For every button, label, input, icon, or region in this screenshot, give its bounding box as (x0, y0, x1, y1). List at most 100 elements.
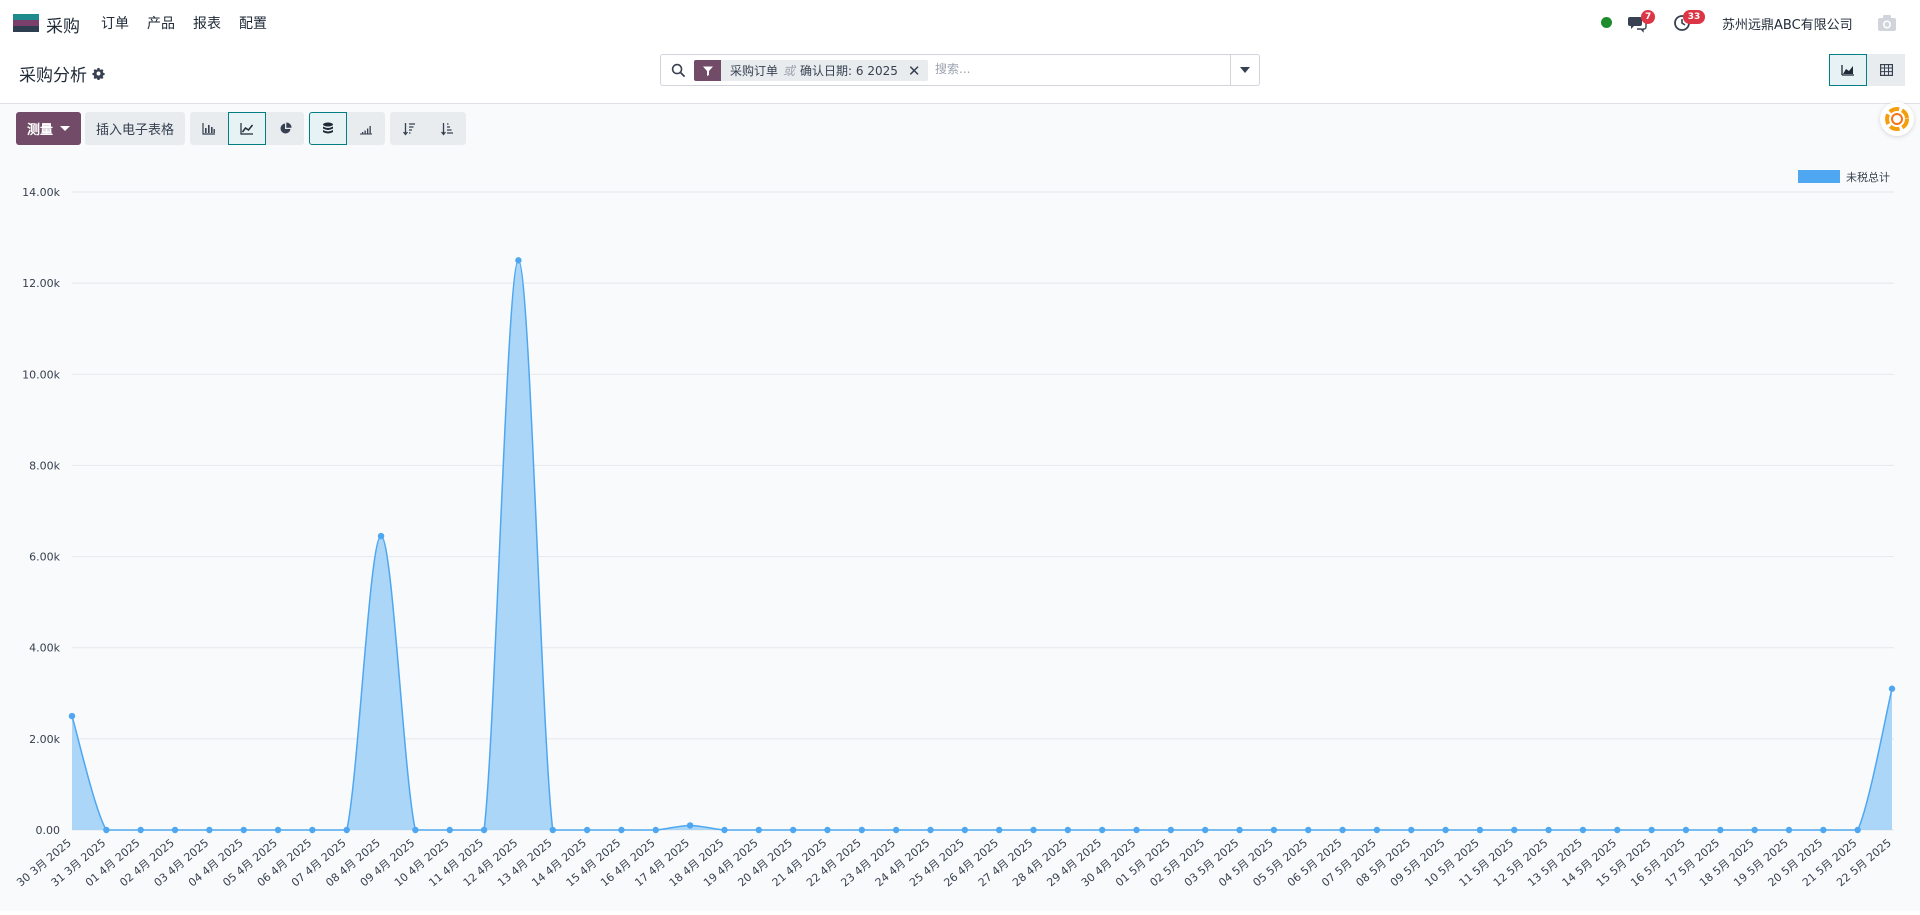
chart-options-group (309, 112, 386, 145)
y-tick-label: 14.00k (22, 186, 60, 199)
data-point (171, 826, 179, 834)
data-point (103, 826, 110, 834)
search-input[interactable] (935, 62, 1235, 76)
data-point (446, 826, 453, 834)
chart-type-group (190, 112, 305, 145)
breadcrumb: 采购分析 (19, 61, 105, 86)
data-point (1270, 826, 1278, 834)
y-tick-label: 10.00k (22, 368, 60, 381)
main-menu: 订单 产品 报表 配置 (101, 13, 276, 33)
cumulative-icon (360, 125, 373, 134)
assistant-logo-icon[interactable] (1880, 102, 1914, 136)
data-point (206, 826, 213, 834)
area-chart: 0.00 2.00k 4.00k 6.00k 8.00k 10.00k 12.00k 14.0… (14, 170, 1896, 889)
data-point (377, 532, 385, 540)
menu-item-products[interactable]: 产品 (138, 13, 184, 33)
search-bar: 采购订单 或 确认日期: 6 2025 ✕ (660, 54, 1260, 86)
sort-ascending-button[interactable] (428, 112, 467, 145)
remove-facet-icon[interactable]: ✕ (904, 62, 929, 80)
filter-icon (694, 60, 721, 81)
data-point (68, 712, 76, 720)
data-point (1785, 826, 1793, 834)
data-point (1888, 685, 1896, 692)
menu-item-configuration[interactable]: 配置 (230, 13, 276, 33)
pivot-view-button[interactable] (1867, 54, 1905, 86)
graph-toolbar: 测量 插入电子表格 (16, 112, 467, 145)
data-point (1820, 826, 1827, 834)
data-point (480, 826, 488, 834)
data-point (618, 826, 625, 834)
activities-badge: 33 (1683, 10, 1705, 24)
control-panel: 采购分析 采购订单 或 确认日期: 6 2025 ✕ (0, 46, 1920, 104)
data-point (240, 826, 247, 834)
data-point (1167, 826, 1175, 834)
company-switcher[interactable]: 苏州远鼎ABC有限公司 (1722, 14, 1853, 33)
data-point (995, 826, 1003, 834)
data-point (1717, 826, 1724, 834)
page-title: 采购分析 (19, 66, 87, 86)
pie-chart-icon (280, 122, 292, 134)
y-tick-label: 12.00k (22, 277, 60, 290)
cumulative-button[interactable] (347, 112, 386, 145)
app-name[interactable]: 采购 (46, 12, 80, 37)
y-tick-label: 4.00k (29, 642, 60, 655)
y-tick-label: 0.00 (36, 824, 61, 837)
series-area-fill (72, 260, 1892, 830)
sort-descending-button[interactable] (390, 112, 429, 145)
data-point (824, 826, 831, 834)
data-point (961, 826, 969, 834)
data-point (137, 826, 144, 834)
data-point (549, 826, 556, 834)
bar-chart-icon (202, 122, 216, 135)
search-icon[interactable] (671, 63, 686, 78)
stacked-button[interactable] (309, 112, 348, 145)
presence-status-icon (1601, 17, 1612, 28)
data-point (1202, 826, 1209, 834)
data-point (1648, 826, 1655, 834)
data-point (1408, 826, 1415, 834)
data-point (343, 826, 350, 834)
data-point (1373, 826, 1381, 834)
data-point (309, 826, 316, 834)
data-point (1236, 826, 1243, 834)
menu-item-orders[interactable]: 订单 (101, 13, 138, 33)
y-tick-label: 2.00k (29, 733, 60, 746)
y-tick-label: 6.00k (29, 551, 60, 564)
line-chart-icon (240, 122, 254, 135)
menu-item-reports[interactable]: 报表 (184, 13, 230, 33)
sort-descending-icon (403, 122, 416, 136)
pie-chart-button[interactable] (266, 112, 305, 145)
view-switcher (1829, 54, 1905, 86)
data-point (515, 257, 522, 264)
bar-chart-button[interactable] (190, 112, 229, 145)
insert-spreadsheet-button[interactable]: 插入电子表格 (85, 112, 186, 145)
measure-label: 测量 (27, 123, 54, 138)
data-point (1030, 826, 1037, 834)
graph-view-button[interactable] (1829, 54, 1867, 86)
data-point (1854, 826, 1861, 834)
data-point (755, 826, 762, 834)
messages-badge: 7 (1641, 10, 1656, 24)
data-point (858, 826, 866, 834)
filter-facet-values: 采购订单 或 确认日期: 6 2025 (721, 62, 904, 79)
data-point (892, 826, 900, 834)
data-point (927, 826, 934, 834)
database-stack-icon (323, 122, 334, 133)
camera-icon[interactable] (1876, 13, 1898, 33)
facet-value-purchase-orders: 采购订单 (730, 64, 779, 78)
search-options-toggle[interactable] (1230, 55, 1259, 85)
data-point (1476, 826, 1484, 834)
app-logo-icon[interactable] (13, 14, 39, 32)
line-chart-button[interactable] (228, 112, 267, 145)
caret-down-icon (60, 126, 71, 131)
facet-separator: 或 (783, 64, 796, 78)
caret-down-icon (1240, 67, 1250, 73)
gear-icon[interactable] (92, 67, 105, 80)
chart-area: 0.00 2.00k 4.00k 6.00k 8.00k 10.00k 12.00k 14.0… (0, 150, 1920, 911)
facet-value-confirm-date: 确认日期: 6 2025 (800, 64, 898, 78)
data-point (1614, 826, 1621, 834)
data-point (789, 826, 797, 834)
series-line (71, 259, 1893, 831)
measure-dropdown-button[interactable]: 测量 (16, 112, 82, 145)
data-point (274, 826, 282, 834)
